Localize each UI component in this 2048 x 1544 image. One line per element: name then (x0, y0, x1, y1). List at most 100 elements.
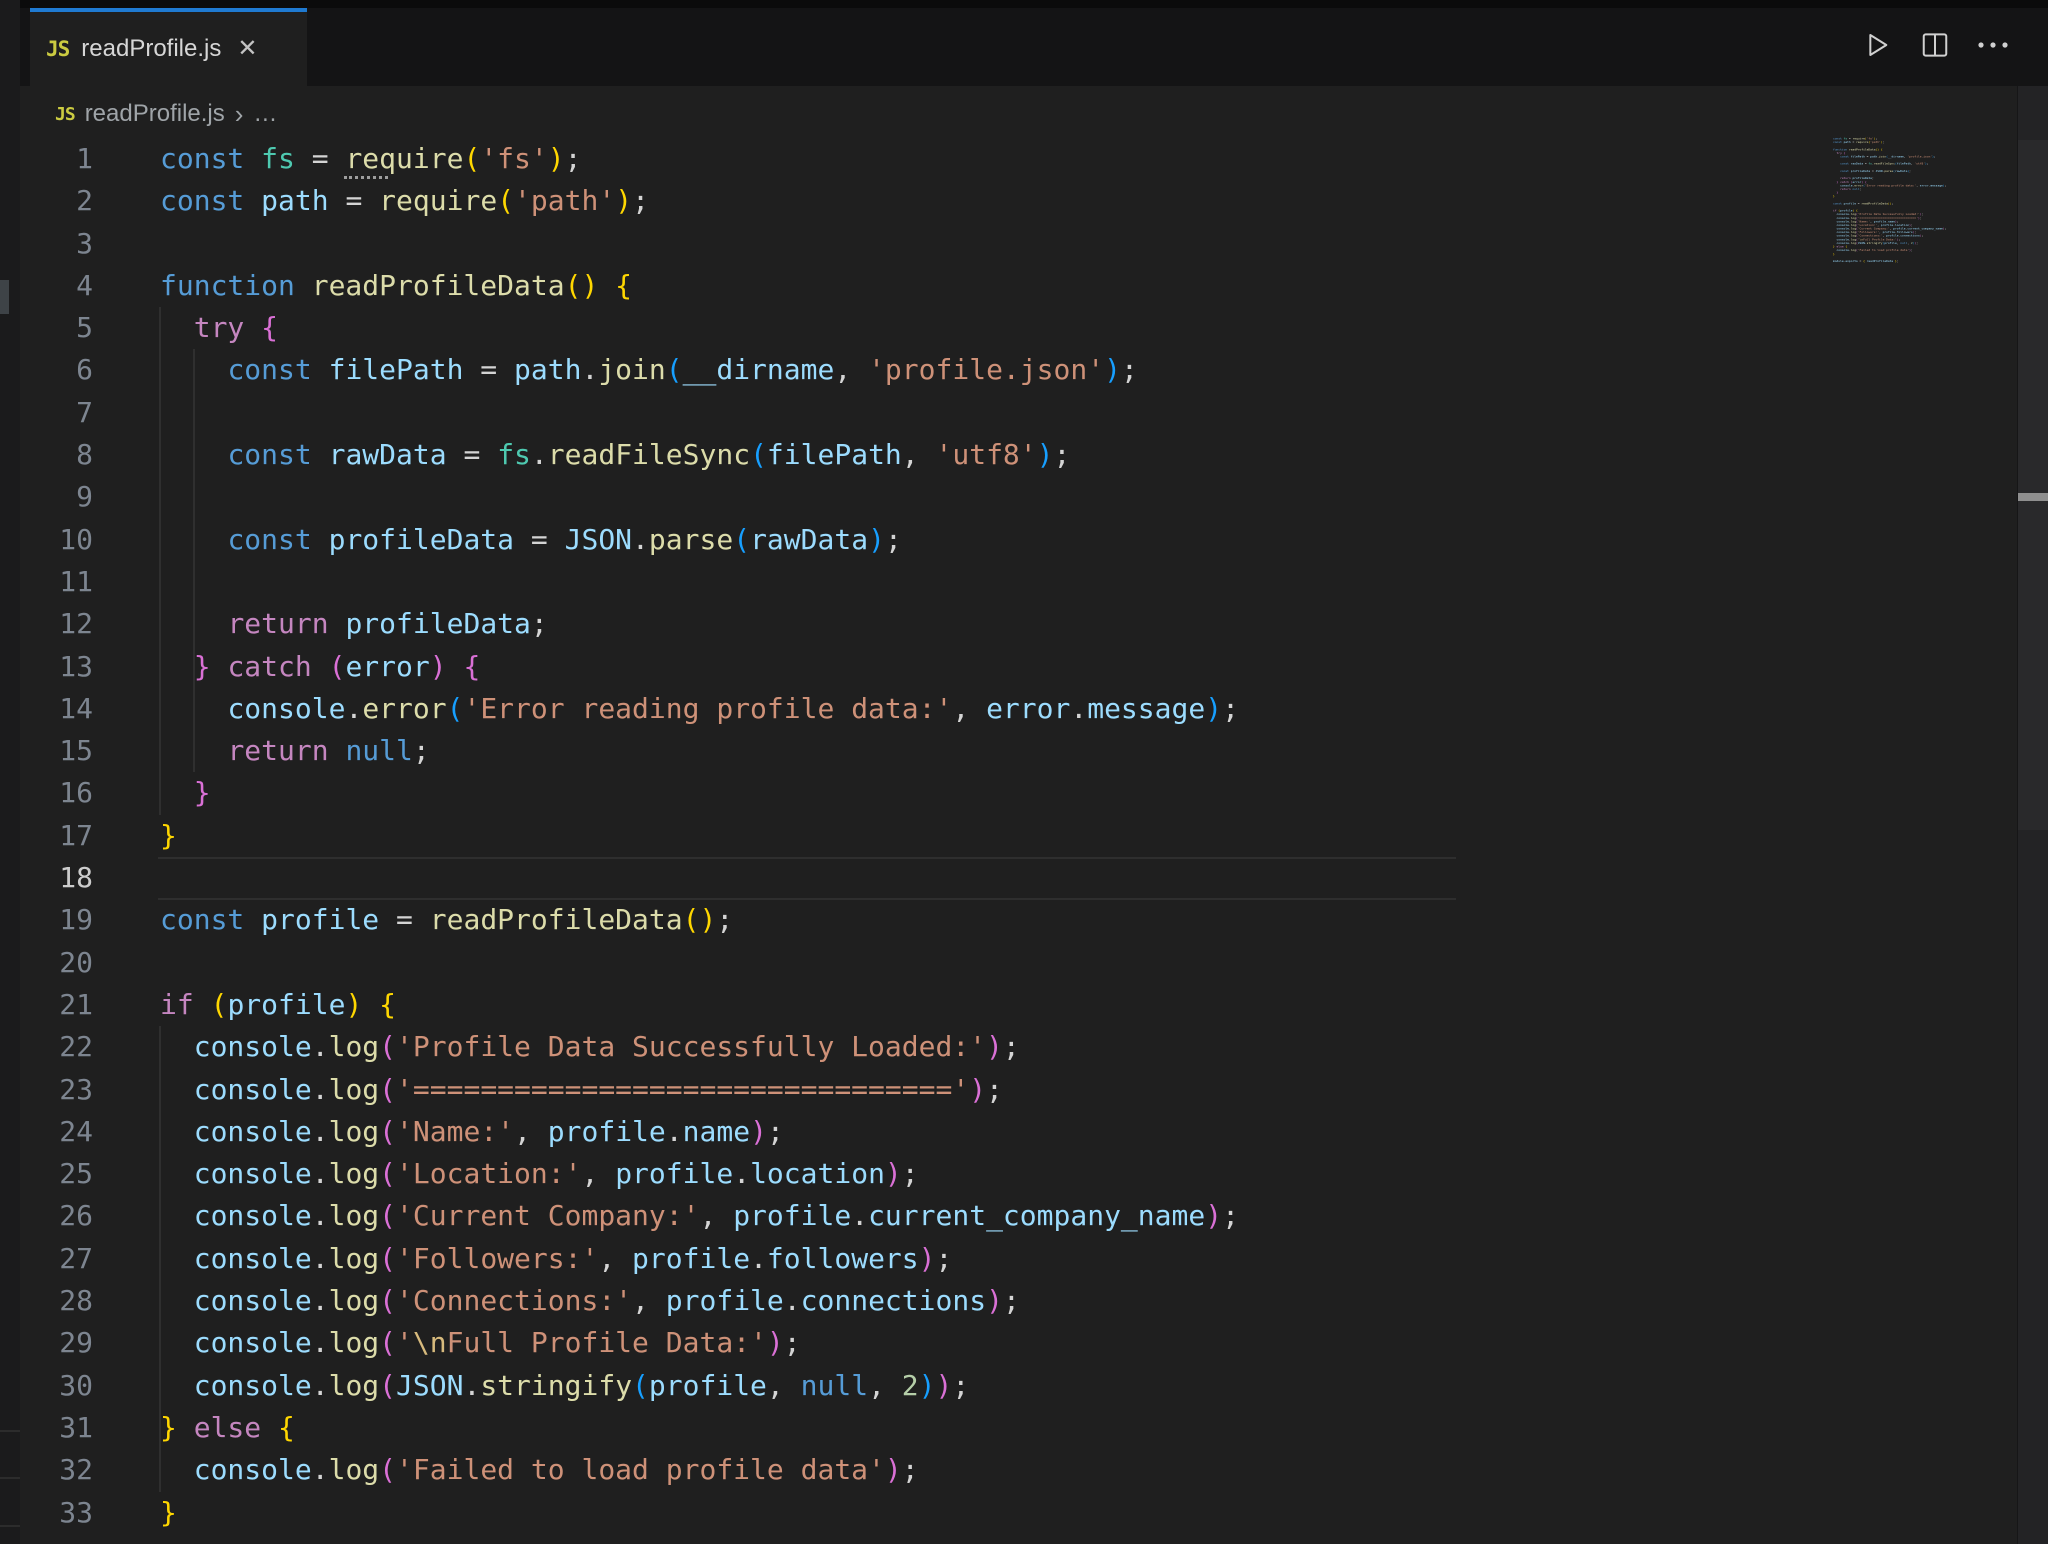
code-line[interactable]: const rawData = fs.readFileSync(filePath… (160, 434, 1239, 476)
code-line[interactable]: const path = require('path'); (160, 180, 1239, 222)
right-panel-track (2018, 140, 2048, 830)
line-number: 28 (20, 1280, 93, 1322)
code-line[interactable]: const filePath = path.join(__dirname, 'p… (160, 349, 1239, 391)
line-number: 26 (20, 1195, 93, 1237)
code-line: const rawData = fs.readFileSync(filePath… (1833, 162, 1854, 166)
code-line[interactable]: const profileData = JSON.parse(rawData); (160, 519, 1239, 561)
code-line[interactable]: const profile = readProfileData(); (160, 899, 1239, 941)
left-panel-edge (0, 0, 20, 1544)
code-line[interactable]: if (profile) { (160, 984, 1239, 1026)
code-line[interactable]: const fs = require('fs'); (160, 138, 1239, 180)
tab-label: readProfile.js (81, 35, 221, 63)
line-number: 30 (20, 1365, 93, 1407)
line-number: 27 (20, 1238, 93, 1280)
split-editor-icon (1920, 30, 1950, 60)
tab-bar-top-strip (20, 0, 2048, 8)
line-number: 15 (20, 730, 93, 772)
line-number: 7 (20, 392, 93, 434)
code-line[interactable]: console.log('Location:', profile.locatio… (160, 1153, 1239, 1195)
code-line[interactable] (160, 223, 1239, 265)
line-number: 33 (20, 1492, 93, 1534)
line-number: 31 (20, 1407, 93, 1449)
code-line[interactable]: return profileData; (160, 603, 1239, 645)
code-line[interactable]: console.log('Current Company:', profile.… (160, 1195, 1239, 1237)
editor-actions (1860, 28, 2010, 62)
line-number: 16 (20, 772, 93, 814)
left-scrollbar-thumb[interactable] (0, 280, 9, 314)
line-number: 20 (20, 942, 93, 984)
code-line[interactable]: console.log('Followers:', profile.follow… (160, 1238, 1239, 1280)
line-number: 2 (20, 180, 93, 222)
code-line[interactable]: } (160, 772, 1239, 814)
left-edge-divider (0, 1430, 20, 1432)
line-number: 32 (20, 1449, 93, 1491)
breadcrumb-file[interactable]: readProfile.js (85, 100, 225, 128)
code-line[interactable] (160, 392, 1239, 434)
line-number: 14 (20, 688, 93, 730)
code-line[interactable]: try { (160, 307, 1239, 349)
right-panel-edge (2017, 86, 2048, 1544)
tab-bar: JS readProfile.js ✕ (20, 0, 2048, 86)
minimap-content: const fs = require('fs');const path = re… (1833, 137, 1854, 263)
code-line[interactable]: console.error('Error reading profile dat… (160, 688, 1239, 730)
line-number: 24 (20, 1111, 93, 1153)
code-line[interactable]: } else { (160, 1407, 1239, 1449)
line-number: 8 (20, 434, 93, 476)
code-line[interactable] (160, 857, 1239, 899)
code-line[interactable]: console.log('\nFull Profile Data:'); (160, 1322, 1239, 1364)
breadcrumb[interactable]: JS readProfile.js › … (55, 96, 277, 132)
line-number-gutter: 1234567891011121314151617181920212223242… (20, 138, 93, 1534)
line-number: 23 (20, 1069, 93, 1111)
code-line[interactable]: console.log('Failed to load profile data… (160, 1449, 1239, 1491)
js-file-icon: JS (46, 37, 69, 61)
line-number: 19 (20, 899, 93, 941)
code-line: const path = require('path'); (1833, 141, 1854, 145)
play-icon (1861, 29, 1893, 61)
code-line: const profile = readProfileData(); (1833, 202, 1854, 206)
left-edge-divider (0, 1477, 20, 1479)
line-number: 9 (20, 476, 93, 518)
line-number: 6 (20, 349, 93, 391)
code-line[interactable] (160, 942, 1239, 984)
line-number: 4 (20, 265, 93, 307)
code-line[interactable]: } (160, 1492, 1239, 1534)
breadcrumb-symbol-more[interactable]: … (253, 100, 277, 128)
chevron-right-icon: › (235, 99, 244, 130)
more-actions-button[interactable] (1976, 28, 2010, 62)
vscode-editor-window: JS readProfile.js ✕ (0, 0, 2048, 1544)
code-line[interactable]: console.log('Profile Data Successfully L… (160, 1026, 1239, 1068)
code-line: module.exports = { readProfileData }; (1833, 259, 1854, 263)
code-line[interactable]: console.log('===========================… (160, 1069, 1239, 1111)
ellipsis-icon (1976, 40, 2010, 50)
line-number: 18 (20, 857, 93, 899)
line-number: 29 (20, 1322, 93, 1364)
line-number: 1 (20, 138, 93, 180)
code-line[interactable] (160, 476, 1239, 518)
code-line[interactable]: return null; (160, 730, 1239, 772)
line-number: 10 (20, 519, 93, 561)
code-line[interactable]: } (160, 815, 1239, 857)
code-line[interactable]: } catch (error) { (160, 646, 1239, 688)
line-number: 25 (20, 1153, 93, 1195)
line-number: 21 (20, 984, 93, 1026)
tab-readprofile-js[interactable]: JS readProfile.js ✕ (30, 8, 307, 86)
code-line[interactable]: console.log('Connections:', profile.conn… (160, 1280, 1239, 1322)
line-number: 5 (20, 307, 93, 349)
code-line[interactable]: function readProfileData() { (160, 265, 1239, 307)
js-file-icon: JS (55, 104, 75, 125)
line-number: 17 (20, 815, 93, 857)
code-area[interactable]: const fs = require('fs');const path = re… (160, 138, 1239, 1534)
code-line[interactable]: console.log('Name:', profile.name); (160, 1111, 1239, 1153)
left-edge-divider (0, 1525, 20, 1527)
split-editor-button[interactable] (1918, 28, 1952, 62)
code-line[interactable]: console.log(JSON.stringify(profile, null… (160, 1365, 1239, 1407)
code-line[interactable] (160, 561, 1239, 603)
close-tab-icon[interactable]: ✕ (237, 37, 257, 61)
minimap[interactable]: const fs = require('fs');const path = re… (1833, 137, 2033, 272)
run-button[interactable] (1860, 28, 1894, 62)
code-line: const filePath = path.join(__dirname, 'p… (1833, 155, 1854, 159)
right-scrollbar-thumb[interactable] (2018, 493, 2048, 501)
code-line: const profileData = JSON.parse(rawData); (1833, 169, 1854, 173)
require-hint-underline (344, 144, 388, 179)
line-number: 22 (20, 1026, 93, 1068)
